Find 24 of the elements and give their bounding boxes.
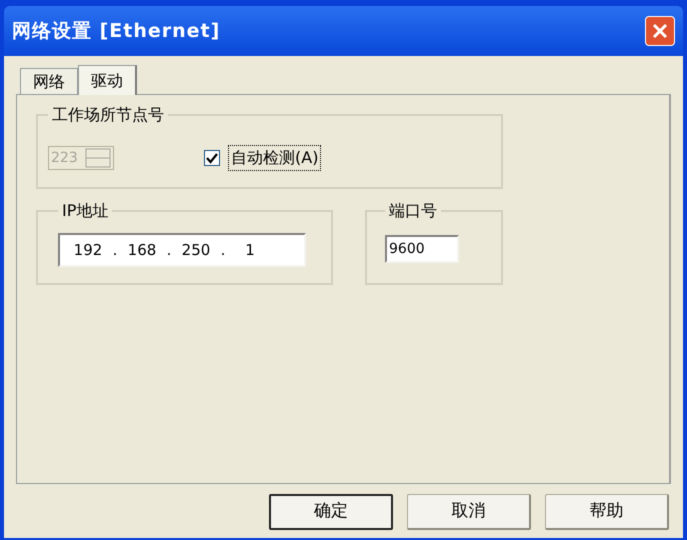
close-button[interactable] [645,16,675,46]
close-icon [652,23,668,39]
port-field[interactable]: 9600 [385,235,459,263]
ip-octet: 1 [244,240,256,261]
check-icon [206,152,218,164]
ip-address-field[interactable]: 192 . 168 . 250 . 1 [58,233,306,267]
group-label: 工作场所节点号 [51,104,165,126]
checkbox[interactable] [204,150,220,166]
separator: . [220,240,226,261]
ip-octet: 168 [126,240,158,261]
group-label: 端口号 [388,200,438,222]
tab[interactable]: 驱动 [78,65,137,95]
separator: . [112,240,118,261]
tab[interactable]: 网络 [20,68,78,94]
window-title: 网络设置 [Ethernet] [12,18,220,44]
ip-octet: 250 [180,240,212,261]
checkbox-label: 自动检测(A) [228,145,322,171]
dialog-button[interactable]: 确定 [269,494,393,530]
ip-octet: 192 [72,240,104,261]
spinner-arrows-icon [85,148,111,168]
dialog-button[interactable]: 帮助 [545,494,669,530]
separator: . [166,240,172,261]
group-label: IP地址 [61,200,110,222]
dialog-button[interactable]: 取消 [407,494,531,530]
